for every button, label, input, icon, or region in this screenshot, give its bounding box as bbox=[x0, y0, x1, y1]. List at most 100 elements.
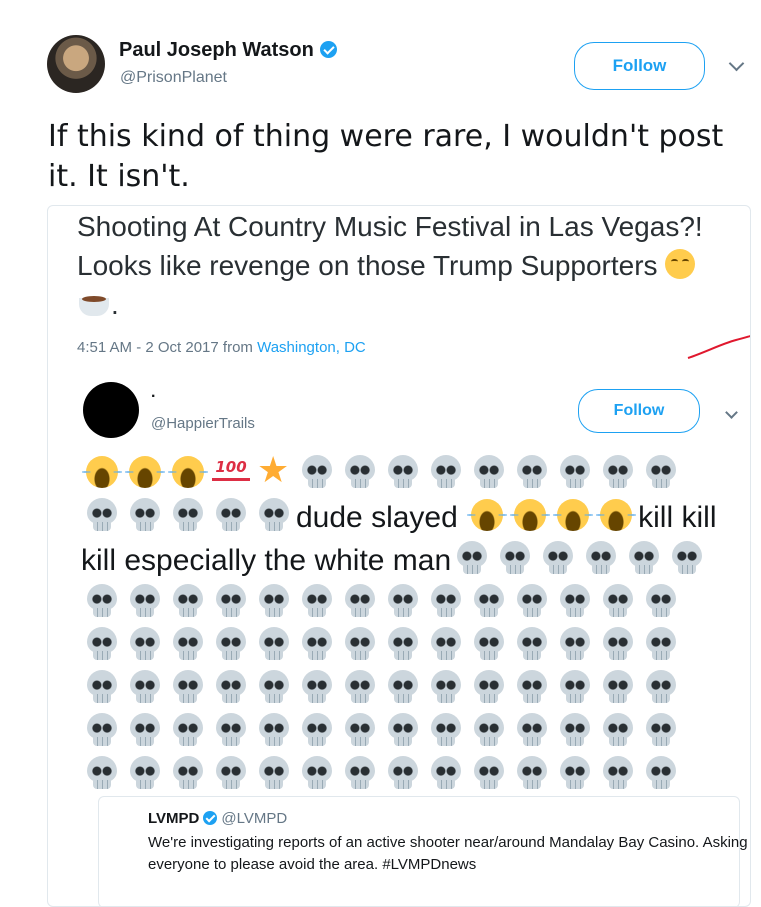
skull-emoji-icon bbox=[556, 625, 594, 663]
skull-emoji-icon bbox=[642, 453, 680, 491]
skull-emoji-icon bbox=[642, 754, 680, 792]
skull-emoji-icon bbox=[470, 668, 508, 706]
skull-emoji-icon bbox=[255, 668, 293, 706]
skull-emoji-icon bbox=[169, 625, 207, 663]
skull-emoji-icon bbox=[126, 625, 164, 663]
tweet-text: If this kind of thing were rare, I would… bbox=[48, 119, 724, 194]
skull-emoji-icon bbox=[427, 711, 465, 749]
skull-emoji-icon bbox=[384, 754, 422, 792]
skull-emoji-icon bbox=[599, 754, 637, 792]
follow-button[interactable]: Follow bbox=[574, 42, 705, 90]
skull-emoji-icon bbox=[341, 711, 379, 749]
skull-emoji-icon bbox=[427, 668, 465, 706]
quoted-author-handle: @LVMPD bbox=[221, 810, 288, 827]
author-handle[interactable]: @PrisonPlanet bbox=[120, 69, 227, 87]
hundred-points-emoji-icon bbox=[212, 453, 250, 491]
tweet-media-image[interactable]: Shooting At Country Music Festival in La… bbox=[47, 205, 751, 907]
skull-emoji-icon bbox=[496, 539, 534, 577]
joy-emoji-icon bbox=[125, 453, 165, 491]
screenshot-tweet-body: Shooting At Country Music Festival in La… bbox=[77, 211, 703, 281]
skull-emoji-icon bbox=[642, 625, 680, 663]
joy-emoji-icon bbox=[596, 496, 637, 534]
skull-emoji-icon bbox=[298, 754, 336, 792]
skull-emoji-icon bbox=[255, 754, 293, 792]
author-name-text[interactable]: Paul Joseph Watson bbox=[119, 39, 314, 61]
skull-emoji-icon bbox=[513, 754, 551, 792]
skull-emoji-icon bbox=[169, 668, 207, 706]
skull-emoji-icon bbox=[642, 711, 680, 749]
skull-emoji-icon bbox=[427, 625, 465, 663]
skull-emoji-icon bbox=[212, 496, 250, 534]
skull-emoji-icon bbox=[83, 668, 121, 706]
skull-emoji-icon bbox=[341, 754, 379, 792]
red-annotation-mark bbox=[687, 335, 750, 359]
skull-emoji-icon bbox=[126, 754, 164, 792]
skull-emoji-icon bbox=[513, 582, 551, 620]
skull-emoji-icon bbox=[470, 625, 508, 663]
skull-emoji-icon bbox=[556, 453, 594, 491]
skull-emoji-icon bbox=[83, 582, 121, 620]
skull-emoji-icon bbox=[341, 625, 379, 663]
skull-emoji-icon bbox=[599, 625, 637, 663]
inner-chevron-down-icon bbox=[725, 406, 738, 419]
skull-emoji-icon bbox=[255, 625, 293, 663]
inner-text-words-1: dude slayed bbox=[296, 501, 458, 534]
skull-emoji-icon bbox=[427, 582, 465, 620]
skull-emoji-icon bbox=[384, 668, 422, 706]
skull-emoji-icon bbox=[212, 625, 250, 663]
skull-emoji-icon bbox=[599, 711, 637, 749]
author-name[interactable]: Paul Joseph Watson bbox=[119, 39, 337, 62]
skull-emoji-icon bbox=[212, 711, 250, 749]
inner-avatar bbox=[83, 382, 139, 438]
skull-emoji-icon bbox=[668, 539, 706, 577]
skull-emoji-icon bbox=[599, 668, 637, 706]
skull-emoji-icon bbox=[427, 754, 465, 792]
avatar[interactable] bbox=[47, 35, 105, 93]
skull-emoji-icon bbox=[470, 711, 508, 749]
skull-emoji-icon bbox=[341, 668, 379, 706]
skull-emoji-icon bbox=[384, 453, 422, 491]
skull-emoji-icon bbox=[126, 582, 164, 620]
chevron-down-icon[interactable] bbox=[728, 55, 745, 72]
skull-emoji-icon bbox=[625, 539, 663, 577]
joy-emoji-icon bbox=[168, 453, 208, 491]
hot-beverage-icon bbox=[77, 288, 111, 318]
screenshot-tweet-location: Washington, DC bbox=[257, 339, 366, 356]
verified-badge-icon bbox=[203, 811, 218, 825]
joy-emoji-icon bbox=[467, 496, 508, 534]
screenshot-tweet-text: Shooting At Country Music Festival in La… bbox=[77, 207, 717, 324]
skull-emoji-icon bbox=[169, 496, 207, 534]
skull-emoji-icon bbox=[582, 539, 620, 577]
skull-emoji-icon bbox=[341, 453, 379, 491]
skull-emoji-icon bbox=[255, 496, 293, 534]
skull-emoji-icon bbox=[513, 625, 551, 663]
skull-emoji-icon bbox=[83, 754, 121, 792]
skull-emoji-icon bbox=[384, 582, 422, 620]
quoted-author-name: LVMPD bbox=[148, 810, 200, 827]
skull-emoji-icon bbox=[298, 711, 336, 749]
skull-emoji-icon bbox=[470, 453, 508, 491]
skull-emoji-icon bbox=[83, 496, 121, 534]
quoted-tweet-header: LVMPD @LVMPD bbox=[148, 810, 287, 827]
skull-emoji-icon bbox=[212, 754, 250, 792]
skull-emoji-icon bbox=[212, 582, 250, 620]
skull-emoji-icon bbox=[642, 582, 680, 620]
skull-emoji-icon bbox=[513, 668, 551, 706]
inner-follow-button: Follow bbox=[578, 389, 700, 433]
skull-emoji-icon bbox=[298, 582, 336, 620]
skull-emoji-icon bbox=[169, 711, 207, 749]
skull-emoji-icon bbox=[255, 711, 293, 749]
skull-emoji-icon bbox=[556, 668, 594, 706]
screenshot-tweet-time: 4:51 AM - 2 Oct 2017 from bbox=[77, 339, 258, 356]
joy-emoji-icon bbox=[510, 496, 551, 534]
skull-emoji-icon bbox=[556, 754, 594, 792]
skull-emoji-icon bbox=[599, 453, 637, 491]
skull-emoji-icon bbox=[513, 711, 551, 749]
skull-emoji-icon bbox=[126, 711, 164, 749]
skull-emoji-icon bbox=[255, 582, 293, 620]
skull-emoji-icon bbox=[169, 754, 207, 792]
inner-author-name: . bbox=[151, 384, 156, 401]
skull-emoji-icon bbox=[642, 668, 680, 706]
skull-emoji-icon bbox=[453, 539, 491, 577]
skull-emoji-icon bbox=[556, 582, 594, 620]
